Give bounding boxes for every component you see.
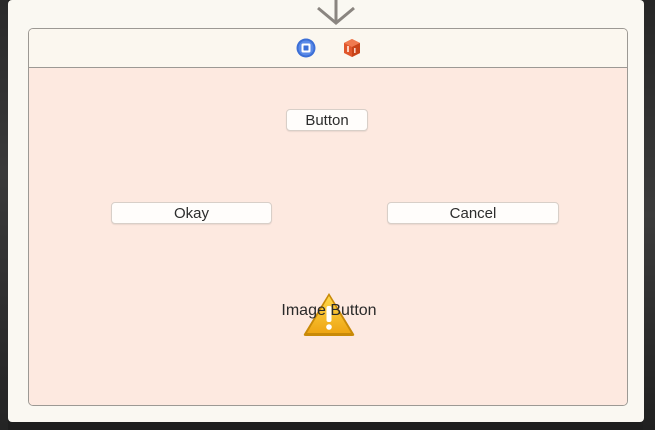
view-controller[interactable]: Button Okay Cancel Image Button [28,28,628,406]
background-right-edge [643,0,655,430]
background-left-edge [0,0,8,430]
view-controller-icon[interactable] [296,38,316,58]
view-canvas: Button Okay Cancel Image Button [29,68,627,405]
cancel-button[interactable]: Cancel [387,202,559,224]
first-responder-cube-icon[interactable] [342,38,362,58]
button[interactable]: Button [286,109,368,131]
initial-view-controller-arrow-icon[interactable] [314,0,358,26]
okay-button[interactable]: Okay [111,202,272,224]
scene-dock [29,29,627,68]
image-button-label: Image Button [281,302,377,319]
image-button[interactable]: Image Button [265,288,393,338]
